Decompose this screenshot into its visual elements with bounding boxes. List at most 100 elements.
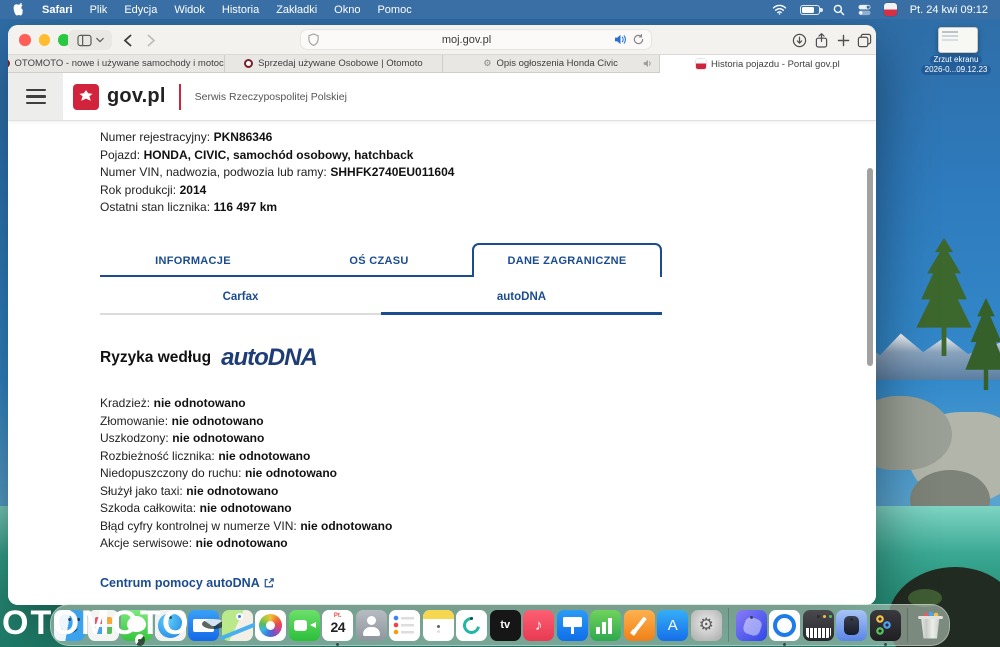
external-link-icon: [264, 578, 274, 588]
menu-plik[interactable]: Plik: [90, 4, 108, 16]
govpl-favicon: [696, 59, 707, 69]
tab-strip: OTOMOTO - nowe i używane samochody i mot…: [8, 55, 876, 73]
dock-maps-icon[interactable]: [221, 609, 253, 641]
risk-list: Kradzież: nie odnotowano Złomowanie: nie o…: [100, 395, 392, 553]
dock-notes-icon[interactable]: [422, 609, 454, 641]
risk-item: Niedopuszczony do ruchu: nie odnotowano: [100, 466, 338, 480]
tab-overview-button[interactable]: [854, 31, 874, 49]
dock-passwords-icon[interactable]: [869, 609, 901, 646]
downloads-button[interactable]: [789, 31, 809, 49]
spotlight-search-icon[interactable]: [833, 4, 845, 16]
hamburger-menu-button[interactable]: [8, 73, 63, 120]
sidebar-icon: [76, 34, 92, 47]
dock-app-store-icon[interactable]: A: [657, 609, 689, 641]
risk-item: Służył jako taxi: nie odnotowano: [100, 483, 279, 498]
battery-icon[interactable]: [799, 4, 823, 15]
autodna-logo: autoDNA: [221, 344, 318, 371]
dock-numbers-icon[interactable]: [590, 609, 622, 641]
risk-item: Uszkodzony: nie odnotowano: [100, 431, 265, 445]
risk-item: Kradzież: nie odnotowano: [100, 396, 246, 410]
govpl-brand[interactable]: gov.pl: [107, 85, 166, 108]
browser-tab-honda-civic[interactable]: ⚙ Opis ogłoszenia Honda Civic: [442, 55, 660, 73]
autodna-help-link[interactable]: Centrum pomocy autoDNA: [100, 576, 274, 590]
govpl-header: gov.pl Serwis Rzeczypospolitej Polskiej: [8, 73, 876, 121]
risk-item: Błąd cyfry kontrolnej w numerze VIN: nie …: [100, 518, 393, 533]
wallpaper-pine-tree: [916, 238, 972, 356]
tab-os-czasu[interactable]: OŚ CZASU: [286, 246, 472, 277]
menu-pomoc[interactable]: Pomoc: [377, 4, 411, 16]
header-divider: [178, 83, 181, 110]
dock-photos-icon[interactable]: [255, 609, 287, 641]
minimize-window-button[interactable]: [38, 34, 50, 46]
apple-menu-icon[interactable]: [12, 2, 25, 17]
forward-button[interactable]: [142, 31, 160, 49]
dock-mail-icon[interactable]: [188, 609, 226, 641]
risk-item: Akcje serwisowe: nie odnotowano: [100, 536, 288, 550]
subtab-autodna[interactable]: autoDNA: [381, 291, 662, 315]
browser-tab-otomoto-listing[interactable]: Sprzedaj używane Osobowe | Otomoto: [225, 55, 443, 73]
share-button[interactable]: [811, 31, 831, 49]
dock-trash-icon[interactable]: [914, 609, 946, 641]
tab-label: Opis ogłoszenia Honda Civic: [496, 58, 618, 69]
sidebar-toggle-button[interactable]: [68, 30, 112, 50]
menu-historia[interactable]: Historia: [222, 4, 259, 16]
dock-shortcuts-icon[interactable]: [735, 609, 767, 641]
menu-safari[interactable]: Safari: [42, 4, 73, 16]
vehicle-field: Rok produkcji: 2014: [100, 182, 207, 197]
menu-bar-clock[interactable]: Pt. 24 kwi 09:12: [910, 4, 988, 16]
url-text: moj.gov.pl: [441, 33, 492, 46]
subtab-carfax[interactable]: Carfax: [100, 291, 381, 315]
vehicle-field: Pojazd: HONDA, CIVIC, samochód osobowy, h…: [100, 147, 414, 162]
risk-item: Szkoda całkowita: nie odnotowano: [100, 501, 292, 515]
address-bar[interactable]: moj.gov.pl: [300, 29, 652, 50]
tab-label: OTOMOTO - nowe i używane samochody i mot…: [14, 58, 226, 69]
dock-music-icon[interactable]: ♪: [523, 609, 555, 641]
audio-playing-icon[interactable]: [614, 34, 627, 45]
wifi-icon[interactable]: [772, 4, 787, 15]
dock-separator: [907, 608, 909, 642]
otomoto-favicon: [244, 59, 254, 68]
dock-quicktime-icon[interactable]: [769, 609, 801, 641]
screenshot-name-line2: 2026-0...09.12.23: [920, 65, 992, 75]
dock-garageband-icon[interactable]: [802, 609, 834, 641]
dock-facetime-icon[interactable]: [288, 609, 320, 641]
menu-zakladki[interactable]: Zakładki: [276, 4, 317, 16]
dock-homepod-icon[interactable]: [836, 609, 868, 641]
tab-informacje[interactable]: INFORMACJE: [100, 246, 286, 277]
main-tabs: INFORMACJE OŚ CZASU DANE ZAGRANICZNE: [100, 243, 662, 277]
control-center-icon[interactable]: [858, 4, 871, 16]
dock-system-settings-icon[interactable]: ⚙: [690, 609, 722, 641]
sub-tabs: Carfax autoDNA: [100, 291, 662, 315]
risk-item: Złomowanie: nie odnotowano: [100, 413, 264, 428]
dock-calendar-icon[interactable]: Pt. 24: [322, 609, 354, 646]
privacy-shield-icon[interactable]: [308, 33, 319, 46]
menu-widok[interactable]: Widok: [174, 4, 205, 16]
screenshot-name-line1: Zrzut ekranu: [929, 55, 983, 65]
dock-contacts-icon[interactable]: [355, 609, 387, 641]
desktop-screenshot-file-icon[interactable]: [938, 27, 978, 53]
back-button[interactable]: [118, 31, 136, 49]
dock-apple-tv-icon[interactable]: tv: [489, 609, 521, 641]
dock-keynote-icon[interactable]: [556, 609, 588, 641]
menu-okno[interactable]: Okno: [334, 4, 360, 16]
desktop-screenshot-file-name[interactable]: Zrzut ekranu 2026-0...09.12.23: [916, 55, 996, 75]
govpl-tagline: Serwis Rzeczypospolitej Polskiej: [194, 90, 347, 103]
menu-edycja[interactable]: Edycja: [124, 4, 157, 16]
window-controls: [19, 34, 70, 46]
dock-separator: [728, 608, 730, 642]
close-window-button[interactable]: [19, 34, 31, 46]
dock-pages-icon[interactable]: [623, 609, 655, 641]
dock-reminders-icon[interactable]: [389, 609, 421, 641]
input-language-flag-icon[interactable]: [883, 3, 897, 16]
chevron-down-icon: [95, 37, 104, 43]
browser-tab-historia-pojazdu[interactable]: Historia pojazdu - Portal gov.pl: [659, 55, 876, 73]
otomoto-watermark: OTOMOTO: [2, 604, 191, 642]
tab-dane-zagraniczne[interactable]: DANE ZAGRANICZNE: [472, 243, 662, 277]
new-tab-button[interactable]: [833, 31, 853, 49]
browser-tab-otomoto-home[interactable]: OTOMOTO - nowe i używane samochody i mot…: [8, 55, 226, 73]
page-scrollbar[interactable]: [867, 168, 873, 366]
risk-item: Rozbieżność licznika: nie odnotowano: [100, 448, 311, 463]
reload-icon[interactable]: [633, 34, 644, 45]
dock-freeform-icon[interactable]: [456, 609, 488, 641]
tab-audio-icon[interactable]: [643, 59, 653, 68]
